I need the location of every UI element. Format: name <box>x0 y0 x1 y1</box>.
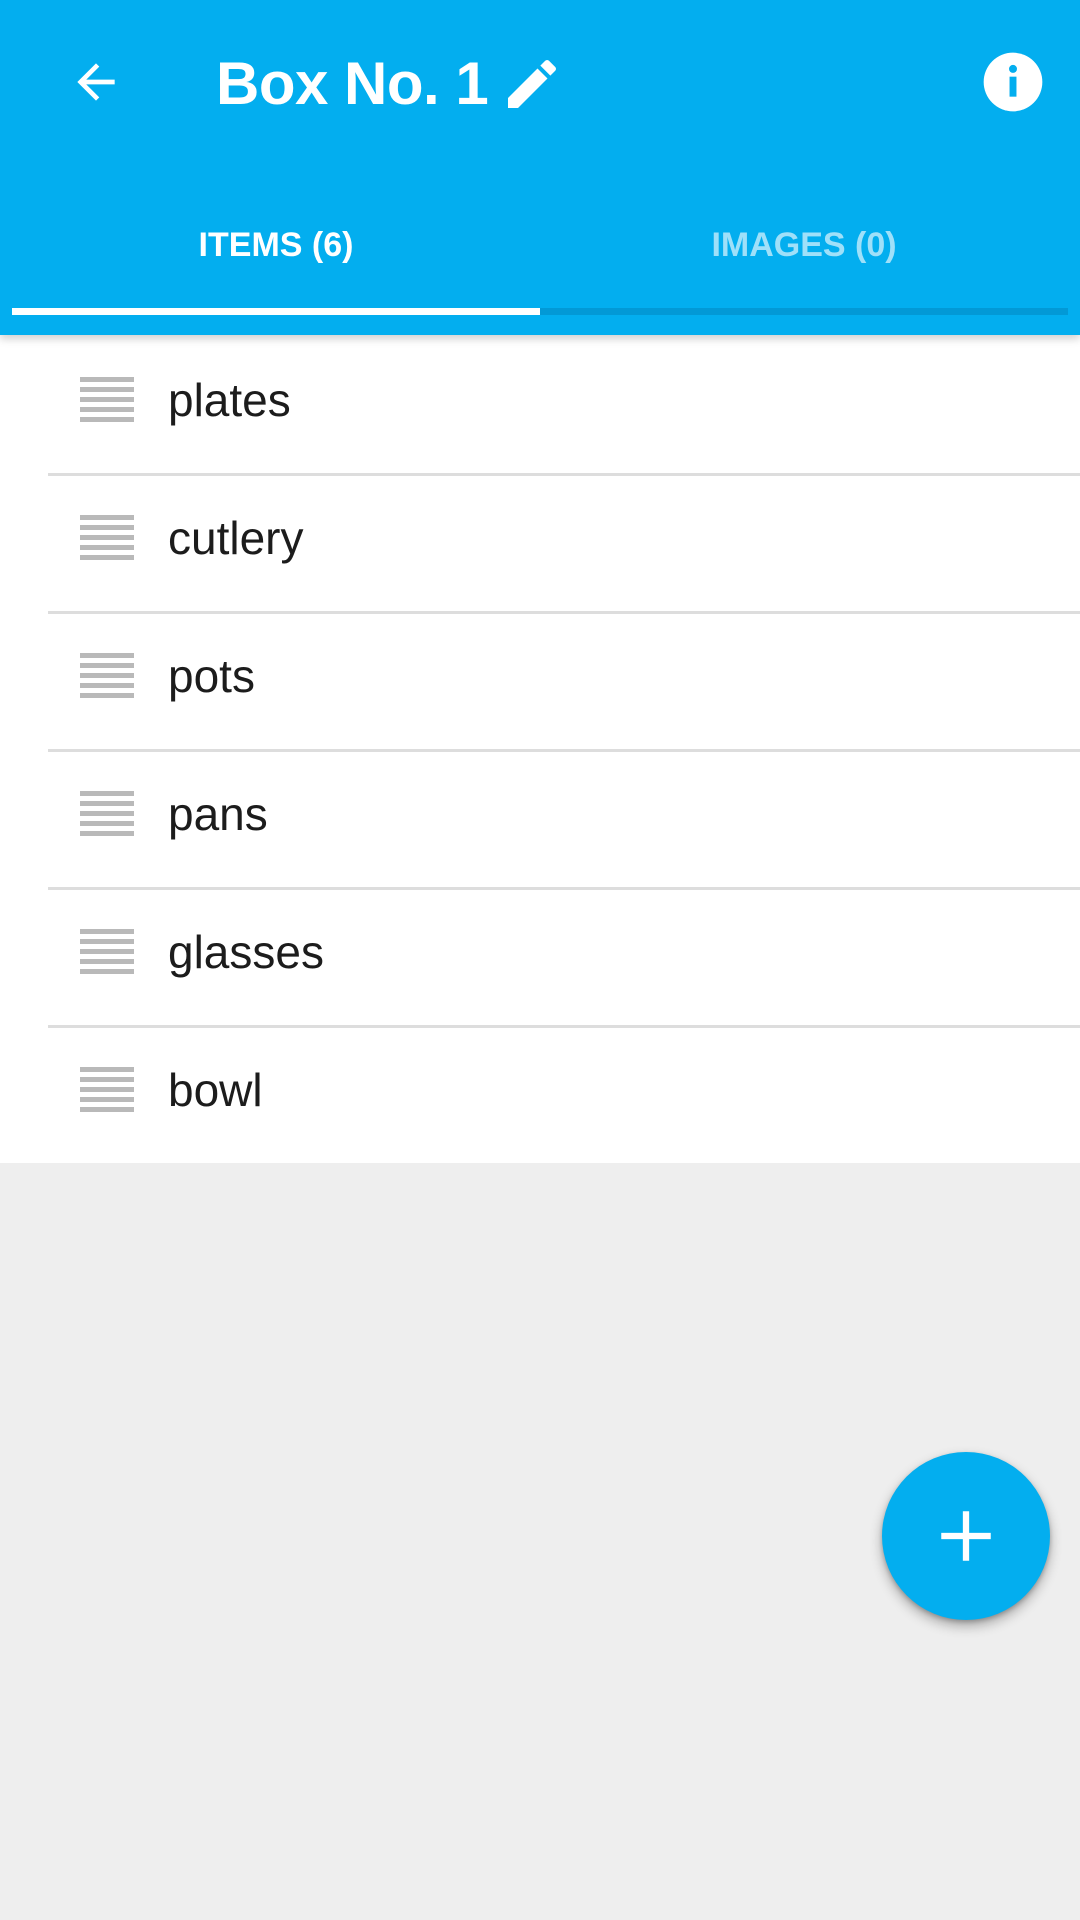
list-item[interactable]: pots <box>0 611 1080 749</box>
tab-indicator <box>12 308 540 315</box>
items-list: plates cutlery pots pans glasses bowl <box>0 335 1080 1163</box>
list-item-label: pots <box>168 650 255 702</box>
drag-handle-icon[interactable] <box>80 515 134 563</box>
pencil-icon <box>508 59 557 108</box>
list-item[interactable]: glasses <box>0 887 1080 1025</box>
list-item-label: pans <box>168 788 268 840</box>
list-item-label: plates <box>168 374 291 426</box>
tab-bar: ITEMS (6) IMAGES (0) <box>12 195 1068 315</box>
tab-images[interactable]: IMAGES (0) <box>540 195 1068 315</box>
list-item-label: bowl <box>168 1064 263 1116</box>
drag-handle-icon[interactable] <box>80 929 134 977</box>
drag-handle-icon[interactable] <box>80 653 134 701</box>
list-item[interactable]: plates <box>0 335 1080 473</box>
tab-items[interactable]: ITEMS (6) <box>12 195 540 315</box>
list-item[interactable]: bowl <box>0 1025 1080 1163</box>
back-button[interactable] <box>60 46 132 118</box>
drag-handle-icon[interactable] <box>80 1067 134 1115</box>
drag-handle-icon[interactable] <box>80 791 134 839</box>
list-item[interactable]: cutlery <box>0 473 1080 611</box>
arrow-back-icon <box>77 63 115 101</box>
info-icon <box>983 52 1043 112</box>
plus-icon <box>941 1511 991 1561</box>
page-title: Box No. 1 <box>216 50 489 117</box>
list-item[interactable]: pans <box>0 749 1080 887</box>
info-button[interactable] <box>978 47 1048 117</box>
edit-title-button[interactable] <box>496 48 568 120</box>
add-item-button[interactable] <box>882 1452 1050 1620</box>
list-item-label: glasses <box>168 926 324 978</box>
app-bar: Box No. 1 ITEMS (6) IMAGES (0) <box>0 0 1080 335</box>
list-item-label: cutlery <box>168 512 304 564</box>
drag-handle-icon[interactable] <box>80 377 134 425</box>
